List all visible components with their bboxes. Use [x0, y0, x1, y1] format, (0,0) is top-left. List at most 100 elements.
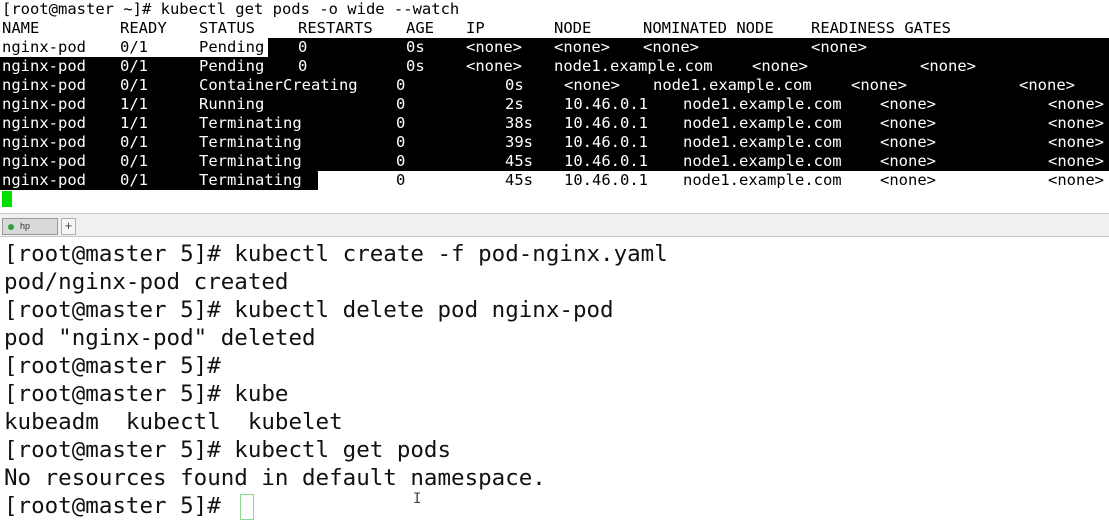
- cell-name: nginx-pod: [2, 95, 86, 113]
- cell-ip: <none>: [466, 38, 522, 56]
- cell-readiness-gates: <none>: [1048, 133, 1104, 151]
- header-nominated-node: NOMINATED NODE: [643, 19, 774, 37]
- cell-node: node1.example.com: [653, 76, 812, 94]
- selection-highlight: [0, 152, 1109, 171]
- terminal-line: [root@master 5]# kubectl delete pod ngin…: [4, 297, 614, 323]
- header-ip: IP: [466, 19, 485, 37]
- terminal-line: pod/nginx-pod created: [4, 269, 289, 295]
- cell-name: nginx-pod: [2, 171, 86, 189]
- cell-ready: 0/1: [120, 38, 148, 56]
- cell-restarts: 0: [396, 95, 406, 113]
- cell-node: node1.example.com: [683, 152, 842, 170]
- header-node: NODE: [554, 19, 592, 37]
- header-status: STATUS: [199, 19, 255, 37]
- cell-ip: 10.46.0.1: [564, 152, 648, 170]
- cell-node: <none>: [554, 38, 610, 56]
- table-row: nginx-pod 0/1 Terminating 0 45s 10.46.0.1 node…: [0, 152, 1109, 171]
- cell-ip: <none>: [564, 76, 620, 94]
- cell-nominated-node: <none>: [643, 38, 699, 56]
- cell-ready: 1/1: [120, 114, 148, 132]
- table-row: nginx-pod 0/1 Pending 0 0s <none> node1.exampl…: [0, 57, 1109, 76]
- cell-node: node1.example.com: [683, 133, 842, 151]
- cell-name: nginx-pod: [2, 57, 86, 75]
- cell-ip: 10.46.0.1: [564, 133, 648, 151]
- cell-ip: 10.46.0.1: [564, 95, 648, 113]
- cell-nominated-node: <none>: [752, 57, 808, 75]
- table-row: nginx-pod 0/1 Terminating 0 39s 10.46.0.1 node…: [0, 133, 1109, 152]
- terminal-line: [root@master 5]#: [4, 353, 221, 379]
- cell-age: 45s: [505, 171, 533, 189]
- terminal-line: [root@master 5]# kube: [4, 381, 289, 407]
- cell-readiness-gates: <none>: [1048, 152, 1104, 170]
- cell-status: Terminating: [199, 133, 302, 151]
- cell-readiness-gates: <none>: [1048, 114, 1104, 132]
- cell-age: 45s: [505, 152, 533, 170]
- cell-ready: 0/1: [120, 152, 148, 170]
- cell-readiness-gates: <none>: [1048, 95, 1104, 113]
- cell-restarts: 0: [396, 171, 406, 189]
- cell-name: nginx-pod: [2, 152, 86, 170]
- cell-status: Terminating: [199, 152, 302, 170]
- top-terminal-pane[interactable]: [root@master ~]# kubectl get pods -o wid…: [0, 0, 1109, 212]
- mouse-ibeam-icon: I: [413, 491, 422, 507]
- cell-ready: 0/1: [120, 171, 148, 189]
- cell-restarts: 0: [298, 57, 308, 75]
- add-tab-button[interactable]: +: [61, 218, 76, 235]
- table-row: nginx-pod 0/1 Terminating 0 45s 10.46.0.1 node…: [0, 171, 1109, 190]
- terminal-line: pod "nginx-pod" deleted: [4, 325, 316, 351]
- cell-node: node1.example.com: [554, 57, 713, 75]
- cell-name: nginx-pod: [2, 133, 86, 151]
- cell-restarts: 0: [396, 76, 406, 94]
- table-row: nginx-pod 1/1 Running 0 2s 10.46.0.1 node1.exa…: [0, 95, 1109, 114]
- cell-readiness-gates: <none>: [920, 57, 976, 75]
- header-name: NAME: [2, 19, 40, 37]
- cell-readiness-gates: <none>: [1048, 171, 1104, 189]
- selection-highlight: [0, 76, 1109, 95]
- session-tab-bar: hp +: [0, 213, 1109, 237]
- terminal-line: [root@master 5]# kubectl create -f pod-n…: [4, 241, 668, 267]
- cell-age: 0s: [406, 57, 425, 75]
- tab-hp[interactable]: hp: [2, 218, 58, 235]
- cell-ready: 1/1: [120, 95, 148, 113]
- cell-restarts: 0: [396, 114, 406, 132]
- cell-node: node1.example.com: [683, 114, 842, 132]
- header-ready: READY: [120, 19, 167, 37]
- cell-name: nginx-pod: [2, 76, 86, 94]
- cell-age: 0s: [505, 76, 524, 94]
- cell-nominated-node: <none>: [880, 133, 936, 151]
- terminal-line: No resources found in default namespace.: [4, 465, 546, 491]
- terminal-prompt-line[interactable]: [root@master 5]#: [4, 492, 234, 520]
- terminal-cursor: [2, 191, 12, 207]
- cell-node: node1.example.com: [683, 95, 842, 113]
- bottom-terminal-pane[interactable]: [root@master 5]# kubectl create -f pod-n…: [0, 237, 1109, 531]
- table-row: nginx-pod 1/1 Terminating 0 38s 10.46.0.1 node…: [0, 114, 1109, 133]
- cell-age: 2s: [505, 95, 524, 113]
- table-header-row: NAME READY STATUS RESTARTS AGE IP NODE N…: [0, 19, 1109, 38]
- table-row: nginx-pod 0/1 Pending 0 0s <none> <none> <none>…: [0, 38, 1109, 57]
- table-row: nginx-pod 0/1 ContainerCreating 0 0s <none> no…: [0, 76, 1109, 95]
- cell-age: 39s: [505, 133, 533, 151]
- cell-name: nginx-pod: [2, 38, 86, 56]
- cell-age: 0s: [406, 38, 425, 56]
- cell-ready: 0/1: [120, 76, 148, 94]
- cell-status: Terminating: [199, 171, 302, 189]
- command-text: [root@master ~]# kubectl get pods -o wid…: [2, 0, 460, 18]
- cell-nominated-node: <none>: [880, 152, 936, 170]
- cell-ready: 0/1: [120, 57, 148, 75]
- cell-name: nginx-pod: [2, 114, 86, 132]
- cell-status: Pending: [199, 38, 265, 56]
- selection-highlight: [0, 133, 1109, 152]
- cell-nominated-node: <none>: [851, 76, 907, 94]
- cell-status: Pending: [199, 57, 265, 75]
- cell-restarts: 0: [298, 38, 308, 56]
- cell-node: node1.example.com: [683, 171, 842, 189]
- text-caret: [240, 494, 254, 520]
- terminal-line: kubeadm kubectl kubelet: [4, 409, 343, 435]
- connected-status-icon: [8, 224, 14, 230]
- cell-ip: 10.46.0.1: [564, 114, 648, 132]
- tab-label: hp: [20, 221, 31, 231]
- header-readiness-gates: READINESS GATES: [811, 19, 951, 37]
- cell-restarts: 0: [396, 152, 406, 170]
- selection-highlight: [0, 95, 1109, 114]
- cell-nominated-node: <none>: [880, 95, 936, 113]
